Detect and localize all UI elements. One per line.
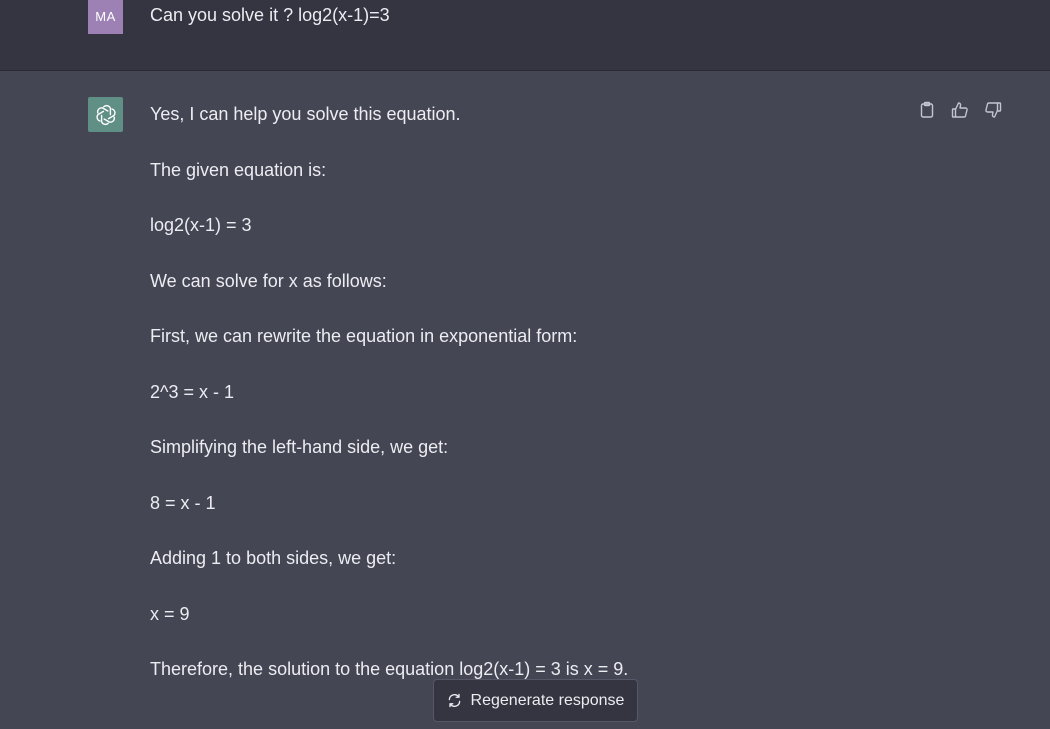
clipboard-icon [920,101,934,118]
response-paragraph: First, we can rewrite the equation in ex… [150,326,578,346]
response-paragraph: We can solve for x as follows: [150,270,387,291]
response-paragraph: Yes, I can help you solve this equation. [150,104,461,124]
copy-button[interactable] [917,100,937,120]
message-actions [917,100,1003,120]
assistant-response: Yes, I can help you solve this equation.… [150,103,890,714]
thumbs-down-icon [985,102,1002,118]
response-paragraph: Adding 1 to both sides, we get: [150,548,397,568]
response-paragraph: Therefore, the solution to the equation … [150,659,629,679]
user-avatar: MA [88,0,123,34]
regenerate-label: Regenerate response [470,691,625,709]
response-paragraph: Simplifying the left-hand side, we get: [150,437,449,457]
response-paragraph: The given equation is: [150,159,327,180]
response-paragraph: 2^3 = x - 1 [150,381,234,402]
response-paragraph: 8 = x - 1 [150,492,216,513]
refresh-icon [448,693,460,708]
user-message-text: Can you solve it ? log2(x-1)=3 [150,5,390,25]
regenerate-response-button[interactable]: Regenerate response [433,679,638,722]
response-paragraph: x = 9 [150,603,190,624]
user-message-row: MA Can you solve it ? log2(x-1)=3 [0,0,1050,71]
thumbs-down-button[interactable] [983,100,1003,120]
thumbs-up-icon [951,102,968,118]
assistant-message-row: Yes, I can help you solve this equation.… [0,71,1050,729]
thumbs-up-button[interactable] [950,100,970,120]
openai-logo-icon [88,97,123,132]
response-paragraph: log2(x-1) = 3 [150,215,252,235]
